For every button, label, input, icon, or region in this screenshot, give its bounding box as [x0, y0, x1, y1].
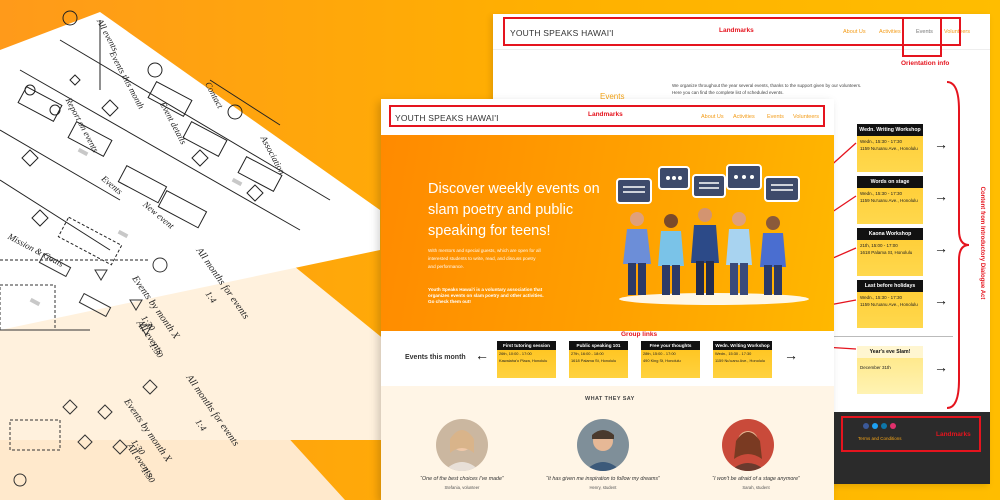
testimonials-title: WHAT THEY SAY	[585, 396, 635, 402]
home-page: YOUTH SPEAKS HAWAI'I About Us Activities…	[381, 99, 834, 500]
hero-description: With mentors and special guests, which a…	[428, 248, 541, 269]
events-month-title: Events this month	[405, 354, 466, 361]
hero-section: Discover weekly events on slam poetry an…	[381, 135, 834, 331]
testimonial-author: Stefania, volunteer	[444, 485, 480, 490]
testimonial-author: Henry, student	[589, 485, 617, 490]
avatar	[577, 419, 629, 471]
testimonial-quote: “It has given me inspiration to follow m…	[546, 476, 660, 482]
landmarks-annotation-label: Landmarks	[588, 111, 623, 118]
hero-heading: Discover weekly events on slam poetry an…	[428, 181, 600, 239]
people-speech-bubbles-illustration	[616, 164, 809, 305]
event-card[interactable]: Public speaking 101 27th, 16:00 - 18:00 1…	[569, 341, 628, 378]
testimonial-author: Sarah, student	[742, 485, 770, 490]
testimonial-quote: “One of the best choices I've made”	[420, 476, 504, 482]
arrow-right-icon[interactable]: →	[784, 347, 798, 363]
group-links-label: Group links	[621, 331, 658, 338]
avatar	[436, 419, 488, 471]
events-this-month-section: Events this month ← First tutoring sessi…	[381, 331, 834, 386]
arrow-left-icon[interactable]: ←	[475, 347, 489, 363]
hero-association-text: Youth Speaks Hawai'i is a voluntary asso…	[428, 287, 544, 304]
avatar	[722, 419, 774, 471]
testimonials-section: WHAT THEY SAY “One of the best choices I…	[381, 386, 834, 500]
event-card[interactable]: Free your thoughts 28th, 15:00 - 17:00 49…	[641, 341, 700, 378]
event-card[interactable]: First tutoring session 26th, 10:00 - 17:…	[497, 341, 556, 378]
testimonial-quote: “I won't be afraid of a stage anymore”	[712, 476, 800, 482]
event-card[interactable]: Wedn. Writing Workshop Wedn., 15:30 - 17…	[713, 341, 772, 378]
